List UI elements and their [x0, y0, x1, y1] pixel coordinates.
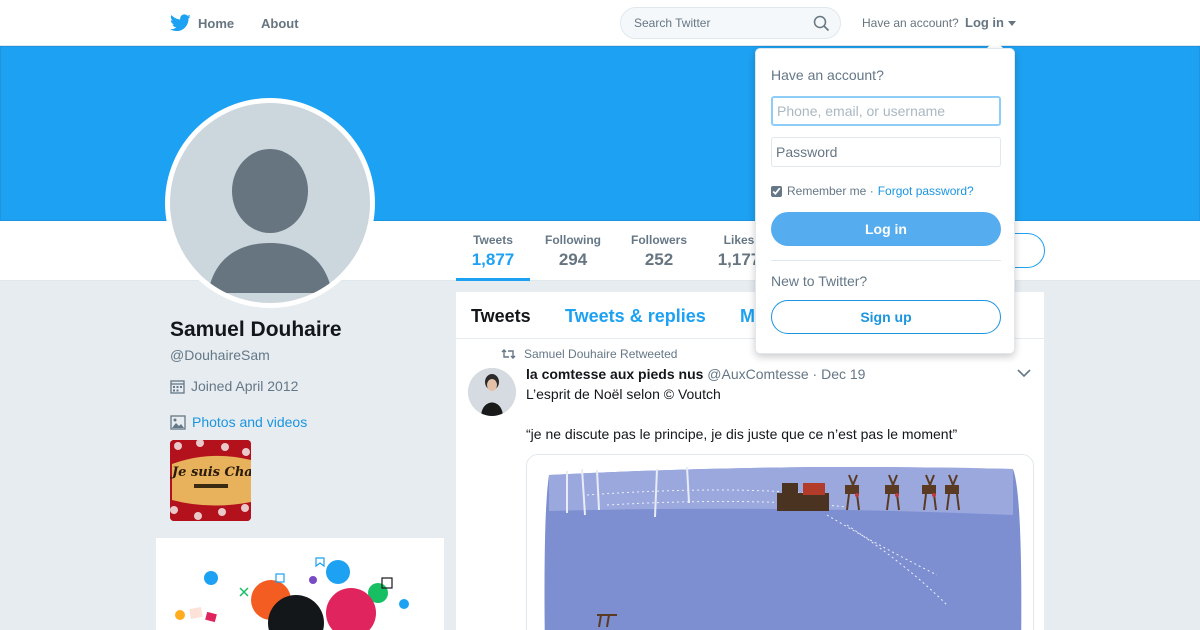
remember-me-row: Remember me · Forgot password? [771, 184, 974, 198]
tweet-author-avatar[interactable] [468, 368, 516, 416]
dropdown-title: Have an account? [771, 67, 884, 83]
search-icon[interactable] [813, 15, 830, 32]
new-to-twitter-text: New to Twitter? [771, 273, 868, 289]
forgot-password-link[interactable]: Forgot password? [878, 184, 974, 198]
remember-me-checkbox[interactable] [771, 185, 782, 197]
nav-about[interactable]: About [261, 0, 299, 46]
username-field[interactable] [771, 96, 1001, 126]
divider [771, 260, 1001, 261]
tweet-header: la comtesse aux pieds nus @AuxComtesse ·… [526, 366, 865, 382]
profile-name: Samuel Douhaire [170, 318, 342, 341]
retweet-context: Samuel Douhaire Retweeted [501, 347, 677, 361]
chevron-down-icon[interactable] [1017, 369, 1031, 378]
tweet-text-line: “je ne discute pas le principe, je dis j… [526, 426, 958, 442]
signup-button[interactable]: Sign up [771, 300, 1001, 334]
profile-handle: @DouhaireSam [170, 347, 270, 363]
stat-label: Tweets [473, 233, 513, 247]
stat-value: 252 [644, 250, 674, 269]
search-placeholder: Search Twitter [634, 16, 711, 30]
login-button[interactable]: Log in [771, 212, 1001, 246]
thumbnail-caption: Je suis Charlie [170, 465, 251, 480]
image-icon [170, 414, 186, 430]
login-dropdown: Have an account? Remember me · Forgot pa… [755, 48, 1015, 354]
nav-about-label: About [261, 15, 299, 31]
tab-tweets-replies[interactable]: Tweets & replies [565, 306, 706, 327]
stat-label: Following [545, 233, 601, 247]
photos-videos-link[interactable]: Photos and videos [170, 414, 307, 430]
profile-joined: Joined April 2012 [170, 378, 298, 394]
password-field[interactable] [771, 137, 1001, 167]
retweet-icon [501, 349, 516, 359]
tweet-text-line: L’esprit de Noël selon © Voutch [526, 386, 721, 402]
profile-avatar[interactable] [165, 98, 375, 308]
twitter-bird-icon [170, 14, 191, 32]
calendar-icon [170, 379, 185, 394]
stat-tweets[interactable]: Tweets 1,877 [456, 221, 530, 281]
search-input[interactable]: Search Twitter [620, 7, 841, 39]
have-account-text: Have an account? [862, 16, 959, 30]
tweet-author-handle[interactable]: @AuxComtesse [707, 366, 808, 382]
default-avatar-icon [170, 103, 370, 303]
stat-value: 294 [558, 250, 588, 269]
remember-me-label[interactable]: Remember me · [787, 184, 874, 198]
tweet-author-name[interactable]: la comtesse aux pieds nus [526, 366, 703, 382]
media-thumbnail[interactable]: Je suis Charlie [170, 440, 251, 521]
stat-following[interactable]: Following 294 [538, 221, 608, 281]
stat-value: 1,877 [471, 250, 515, 269]
top-nav: Home About Search Twitter Have an accoun… [0, 0, 1200, 46]
login-dropdown-toggle[interactable]: Log in [965, 15, 1004, 30]
retweet-context-text: Samuel Douhaire Retweeted [524, 347, 678, 361]
tab-tweets[interactable]: Tweets [471, 306, 531, 327]
stat-followers[interactable]: Followers 252 [624, 221, 694, 281]
joined-text: Joined April 2012 [191, 378, 299, 394]
promo-illustration [156, 538, 444, 630]
stat-label: Followers [630, 233, 687, 247]
tweet-media-image[interactable] [526, 454, 1034, 630]
chevron-down-icon[interactable] [1008, 21, 1016, 26]
tweet-timestamp[interactable]: · Dec 19 [813, 366, 866, 382]
photos-videos-label: Photos and videos [192, 414, 308, 430]
nav-home-label: Home [198, 15, 235, 31]
nav-home[interactable]: Home [170, 0, 234, 46]
